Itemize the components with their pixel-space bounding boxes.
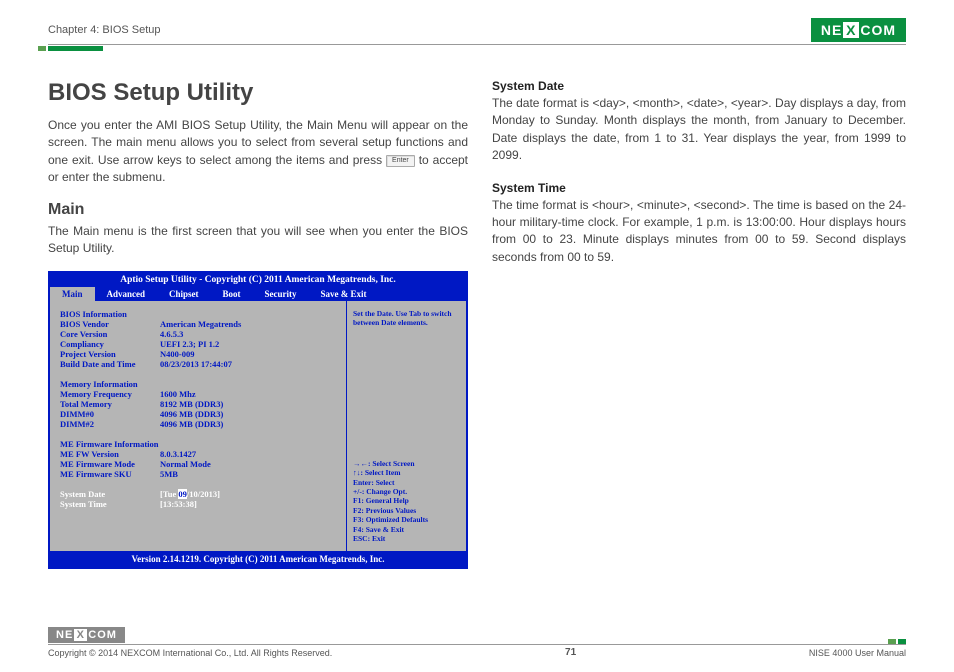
copyright: Copyright © 2014 NEXCOM International Co… <box>48 648 332 658</box>
bios-title-bar: Aptio Setup Utility - Copyright (C) 2011… <box>50 273 466 287</box>
bios-footer-bar: Version 2.14.1219. Copyright (C) 2011 Am… <box>50 551 466 567</box>
bios-help-panel: Set the Date. Use Tab to switch between … <box>346 301 466 551</box>
main-text: The Main menu is the first screen that y… <box>48 223 468 258</box>
footer-accent <box>888 639 906 644</box>
bios-tab-security[interactable]: Security <box>253 287 309 301</box>
chapter-label: Chapter 4: BIOS Setup <box>48 24 161 36</box>
brand-logo: NEXCOM <box>811 18 906 42</box>
bios-tab-saveexit[interactable]: Save & Exit <box>309 287 379 301</box>
bios-tab-boot[interactable]: Boot <box>211 287 253 301</box>
bios-tab-advanced[interactable]: Advanced <box>95 287 158 301</box>
system-date-text: The date format is <day>, <month>, <date… <box>492 95 906 165</box>
accent-bar <box>48 46 103 51</box>
bios-tab-main[interactable]: Main <box>50 287 95 301</box>
bios-main-panel: BIOS Information BIOS VendorAmerican Meg… <box>50 301 346 551</box>
bios-system-date[interactable]: System Date[Tue 09/10/2013] <box>60 489 336 499</box>
system-date-heading: System Date <box>492 79 906 93</box>
system-time-text: The time format is <hour>, <minute>, <se… <box>492 197 906 267</box>
doc-name: NISE 4000 User Manual <box>809 648 906 658</box>
enter-key-icon: Enter <box>386 155 415 167</box>
bios-tabs: Main Advanced Chipset Boot Security Save… <box>50 287 466 301</box>
page-number: 71 <box>565 647 576 658</box>
bios-tab-chipset[interactable]: Chipset <box>157 287 211 301</box>
bios-screenshot: Aptio Setup Utility - Copyright (C) 2011… <box>48 271 468 569</box>
page-footer: NEXCOM Copyright © 2014 NEXCOM Internati… <box>48 627 906 658</box>
page-title: BIOS Setup Utility <box>48 79 468 107</box>
right-column: System Date The date format is <day>, <m… <box>492 79 906 569</box>
main-heading: Main <box>48 201 468 219</box>
left-column: BIOS Setup Utility Once you enter the AM… <box>48 79 468 569</box>
page-header: Chapter 4: BIOS Setup NEXCOM <box>48 18 906 45</box>
intro-paragraph: Once you enter the AMI BIOS Setup Utilit… <box>48 117 468 187</box>
bios-system-time[interactable]: System Time[13:53:38] <box>60 499 336 509</box>
footer-logo: NEXCOM <box>48 627 125 643</box>
system-time-heading: System Time <box>492 181 906 195</box>
